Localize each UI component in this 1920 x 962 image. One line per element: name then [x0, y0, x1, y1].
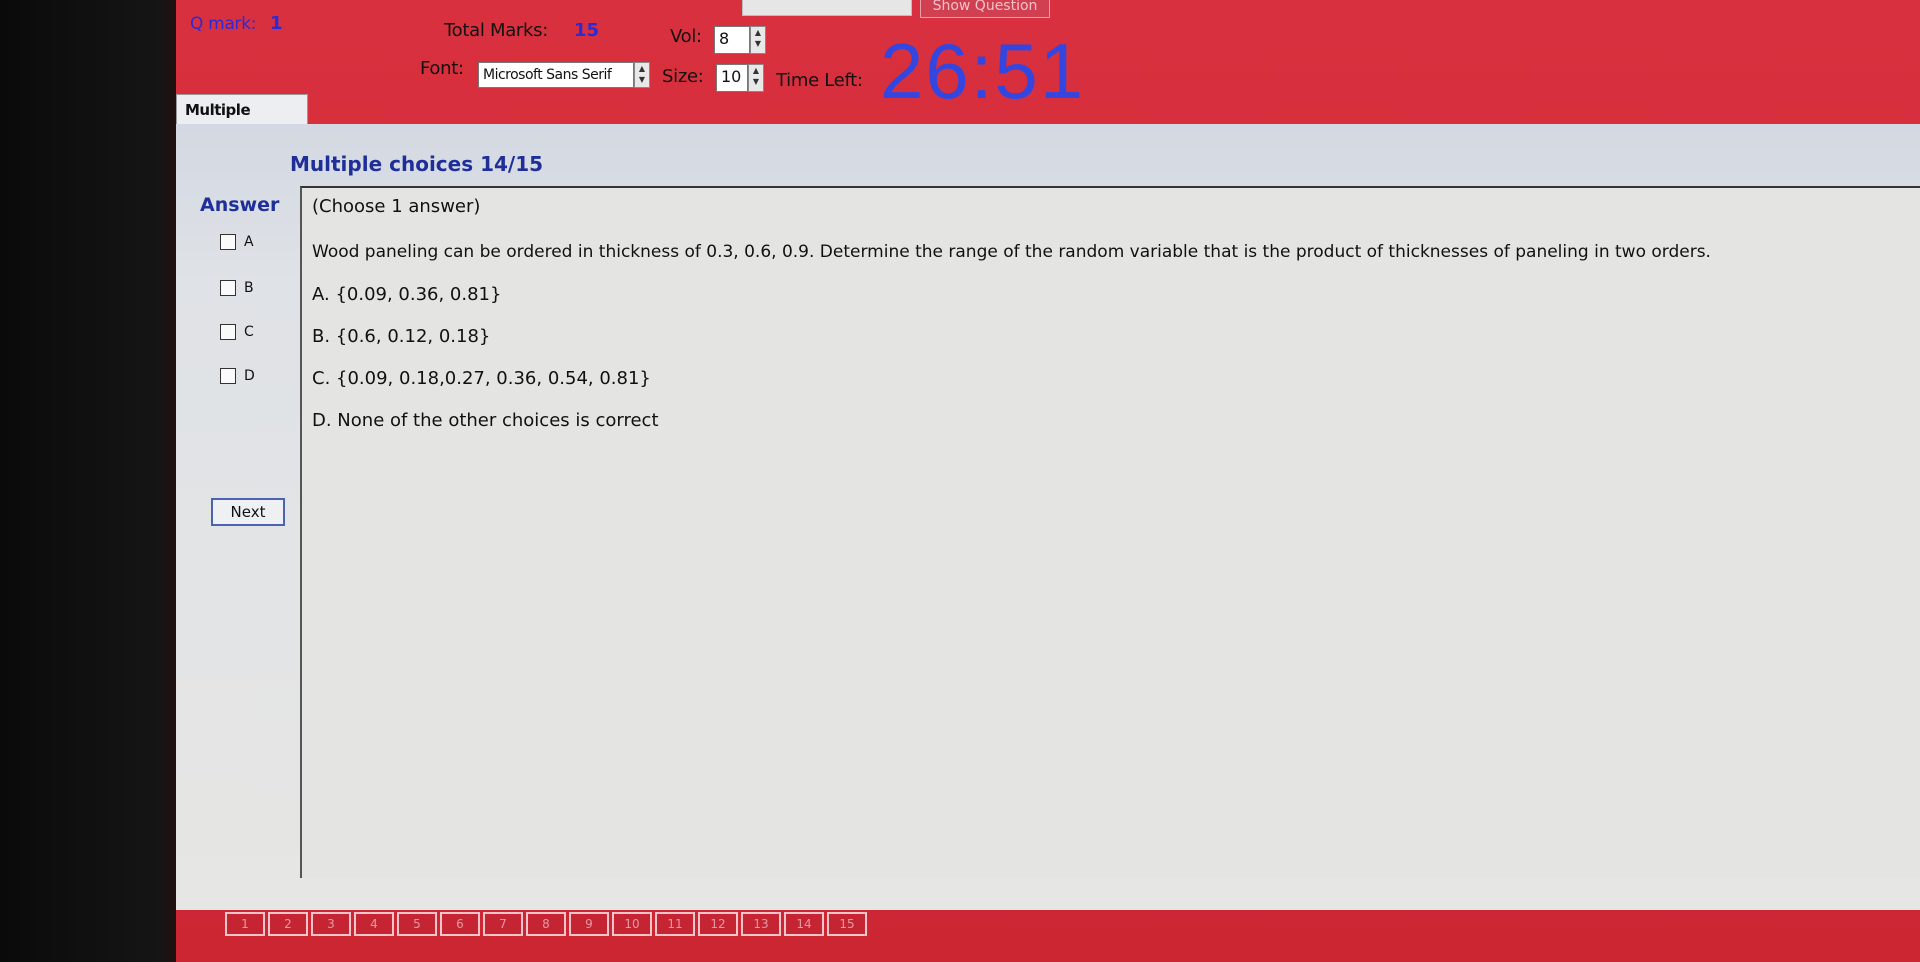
q-mark-value: 1	[270, 13, 283, 34]
screen-bezel	[0, 0, 188, 962]
vol-spinner[interactable]: ▲ ▼	[750, 26, 766, 54]
section-title: Multiple choices 14/15	[290, 152, 544, 176]
checkbox-c[interactable]	[220, 324, 236, 340]
size-spinner[interactable]: ▲ ▼	[748, 64, 764, 92]
question-nav-button[interactable]: 14	[784, 912, 824, 936]
checkbox-d[interactable]	[220, 368, 236, 384]
option-letter: A	[244, 234, 254, 250]
question-nav-button[interactable]: 10	[612, 912, 652, 936]
question-nav-button[interactable]: 6	[440, 912, 480, 936]
question-nav-button[interactable]: 11	[655, 912, 695, 936]
question-nav-button[interactable]: 1	[225, 912, 265, 936]
font-spinner[interactable]: ▲ ▼	[634, 62, 650, 88]
answer-option-a[interactable]: A	[220, 234, 254, 250]
countdown-timer: 26:51	[880, 27, 1086, 115]
show-question-button[interactable]: Show Question	[920, 0, 1050, 18]
question-panel: Multiple choices 14/15 Answer A B C D Ne…	[176, 124, 1920, 910]
question-box: (Choose 1 answer) Wood paneling can be o…	[300, 186, 1920, 878]
font-select[interactable]: Microsoft Sans Serif	[478, 62, 634, 88]
question-nav-button[interactable]: 13	[741, 912, 781, 936]
vol-input[interactable]: 8	[714, 26, 750, 54]
question-nav-button[interactable]: 2	[268, 912, 308, 936]
option-letter: B	[244, 280, 254, 296]
question-text: Wood paneling can be ordered in thicknes…	[312, 242, 1711, 262]
question-nav-button[interactable]: 12	[698, 912, 738, 936]
checkbox-b[interactable]	[220, 280, 236, 296]
answer-label: Answer	[200, 194, 280, 216]
option-letter: D	[244, 368, 255, 384]
checkbox-a[interactable]	[220, 234, 236, 250]
choice-d: D. None of the other choices is correct	[312, 410, 659, 431]
question-nav-button[interactable]: 9	[569, 912, 609, 936]
font-label: Font:	[420, 58, 464, 79]
tab-multiple-choices[interactable]: Multiple Choices	[176, 94, 308, 149]
question-navigation: 1 2 3 4 5 6 7 8 9 10 11 12 13 14 15	[225, 912, 867, 936]
question-nav-button[interactable]: 5	[397, 912, 437, 936]
answer-option-b[interactable]: B	[220, 280, 254, 296]
size-input[interactable]: 10	[716, 64, 748, 92]
choice-c: C. {0.09, 0.18,0.27, 0.36, 0.54, 0.81}	[312, 368, 651, 389]
total-marks-label: Total Marks:	[444, 20, 548, 41]
answer-option-c[interactable]: C	[220, 324, 254, 340]
option-letter: C	[244, 324, 254, 340]
vol-label: Vol:	[670, 26, 702, 47]
top-input-field[interactable]	[742, 0, 912, 16]
question-nav-button[interactable]: 7	[483, 912, 523, 936]
question-nav-button[interactable]: 3	[311, 912, 351, 936]
size-label: Size:	[662, 66, 704, 87]
question-nav-button[interactable]: 4	[354, 912, 394, 936]
choice-b: B. {0.6, 0.12, 0.18}	[312, 326, 491, 347]
next-button[interactable]: Next	[211, 498, 285, 526]
question-instruction: (Choose 1 answer)	[312, 196, 481, 217]
question-nav-button[interactable]: 8	[526, 912, 566, 936]
choice-a: A. {0.09, 0.36, 0.81}	[312, 284, 502, 305]
question-nav-button[interactable]: 15	[827, 912, 867, 936]
total-marks-value: 15	[574, 20, 600, 41]
time-left-label: Time Left:	[776, 70, 863, 91]
q-mark-label: Q mark:	[190, 14, 257, 34]
answer-option-d[interactable]: D	[220, 368, 255, 384]
